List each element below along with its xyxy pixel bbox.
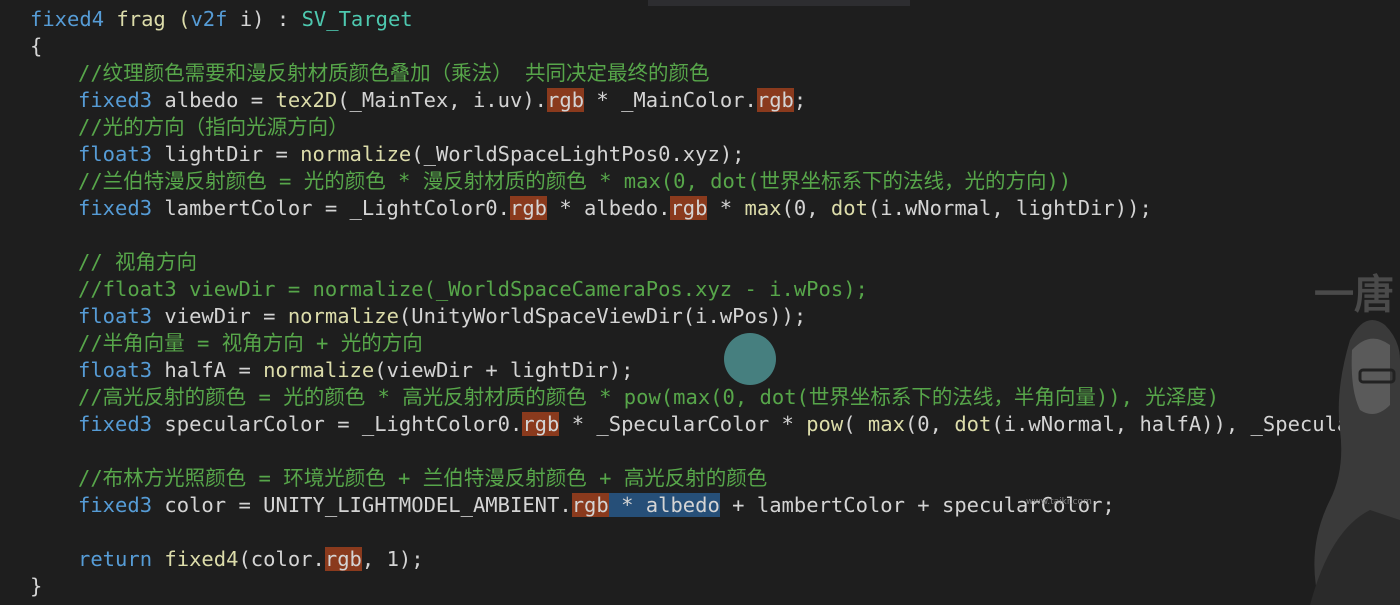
highlighted-token: rgb — [522, 412, 560, 436]
function-token: dot — [954, 412, 992, 436]
code-line-15[interactable]: fixed3 specularColor = _LightColor0.rgb … — [78, 411, 1400, 438]
code-line-4[interactable]: fixed3 albedo = tex2D(_MainTex, i.uv).rg… — [78, 87, 806, 114]
code-token: (_MainTex, i.uv). — [337, 88, 548, 112]
code-line-8[interactable]: fixed3 lambertColor = _LightColor0.rgb *… — [78, 195, 1152, 222]
code-token: halfA = — [152, 358, 264, 382]
function-token: tex2D — [275, 88, 338, 112]
code-token: (0, — [781, 196, 831, 220]
keyword-token: return — [78, 547, 153, 571]
code-line-10-comment[interactable]: //float3 viewDir = normalize(_WorldSpace… — [78, 276, 868, 303]
watermark: www.taikr.com — [1026, 497, 1092, 507]
code-editor[interactable]: fixed4 frag (v2f i) : SV_Target { //纹理颜色… — [0, 0, 1400, 605]
code-token: albedo = — [152, 88, 276, 112]
code-token: (UnityWorldSpaceViewDir(i.wPos)); — [398, 304, 807, 328]
code-line-2[interactable]: { — [30, 33, 42, 60]
code-line-13[interactable]: float3 halfA = normalize(viewDir + light… — [78, 357, 633, 384]
type-token: float3 — [78, 142, 153, 166]
function-token: dot — [830, 196, 868, 220]
code-line-1[interactable]: fixed4 frag (v2f i) : SV_Target — [30, 6, 413, 33]
code-token: , 1); — [361, 547, 424, 571]
code-token: (color. — [238, 547, 325, 571]
code-token: lambertColor = _LightColor0. — [152, 196, 510, 220]
mouse-cursor-highlight — [724, 333, 776, 385]
code-line-7-comment[interactable]: //兰伯特漫反射颜色 = 光的颜色 * 漫反射材质的颜色 * max(0, do… — [78, 168, 1071, 195]
code-token: frag ( — [104, 7, 191, 31]
code-line-19[interactable]: } — [30, 573, 42, 600]
code-token: * albedo. — [547, 196, 671, 220]
code-token: viewDir = — [152, 304, 288, 328]
function-token: normalize — [300, 142, 412, 166]
highlighted-token: rgb — [509, 196, 548, 220]
code-line-9-comment[interactable]: // 视角方向 — [78, 249, 197, 276]
code-token: (_WorldSpaceLightPos0.xyz); — [411, 142, 745, 166]
type-token: float3 — [78, 358, 153, 382]
code-token: (viewDir + lightDir); — [374, 358, 634, 382]
code-token: (0, — [904, 412, 955, 436]
function-token: fixed4 — [164, 547, 239, 571]
code-token: lightDir = — [152, 142, 301, 166]
type-token: v2f — [190, 7, 228, 31]
function-token: pow — [806, 412, 844, 436]
code-line-3-comment[interactable]: //纹理颜色需要和漫反射材质颜色叠加（乘法） 共同决定最终的颜色 — [78, 60, 710, 87]
code-token: specularColor = _LightColor0. — [152, 412, 523, 436]
code-token: ; — [793, 88, 807, 112]
highlighted-token: rgb — [324, 547, 362, 571]
type-token: fixed3 — [78, 88, 153, 112]
highlighted-token: rgb — [547, 88, 585, 112]
code-token: color = UNITY_LIGHTMODEL_AMBIENT. — [152, 493, 572, 517]
code-line-5-comment[interactable]: //光的方向（指向光源方向） — [78, 114, 349, 141]
highlighted-token: rgb — [670, 196, 708, 220]
code-line-12-comment[interactable]: //半角向量 = 视角方向 + 光的方向 — [78, 330, 423, 357]
presenter-figure — [1310, 320, 1400, 605]
code-token: * — [707, 196, 745, 220]
function-token: max — [744, 196, 782, 220]
code-token: (i.wNormal, lightDir)); — [867, 196, 1152, 220]
type-token: float3 — [78, 304, 153, 328]
code-token: * _MainColor. — [584, 88, 757, 112]
code-line-14-comment[interactable]: //高光反射的颜色 = 光的颜色 * 高光反射材质的颜色 * pow(max(0… — [78, 384, 1219, 411]
type-token: fixed3 — [78, 196, 153, 220]
code-line-17[interactable]: fixed3 color = UNITY_LIGHTMODEL_AMBIENT.… — [78, 492, 1115, 519]
function-token: normalize — [287, 304, 399, 328]
code-token: ( — [843, 412, 868, 436]
code-token: i) : — [227, 7, 302, 31]
code-line-6[interactable]: float3 lightDir = normalize(_WorldSpaceL… — [78, 141, 745, 168]
function-token: normalize — [263, 358, 375, 382]
code-line-11[interactable]: float3 viewDir = normalize(UnityWorldSpa… — [78, 303, 806, 330]
semantic-token: SV_Target — [301, 7, 413, 31]
type-token: fixed3 — [78, 412, 153, 436]
highlighted-token: rgb — [571, 493, 609, 517]
code-token: * _SpecularColor * — [559, 412, 807, 436]
selected-text: * albedo — [608, 493, 720, 517]
highlighted-token: rgb — [756, 88, 794, 112]
type-token: fixed3 — [78, 493, 153, 517]
code-line-16-comment[interactable]: //布林方光照颜色 = 环境光颜色 + 兰伯特漫反射颜色 + 高光反射的颜色 — [78, 465, 767, 492]
type-token: fixed4 — [30, 7, 105, 31]
function-token: max — [867, 412, 905, 436]
code-line-18[interactable]: return fixed4(color.rgb, 1); — [78, 546, 424, 573]
